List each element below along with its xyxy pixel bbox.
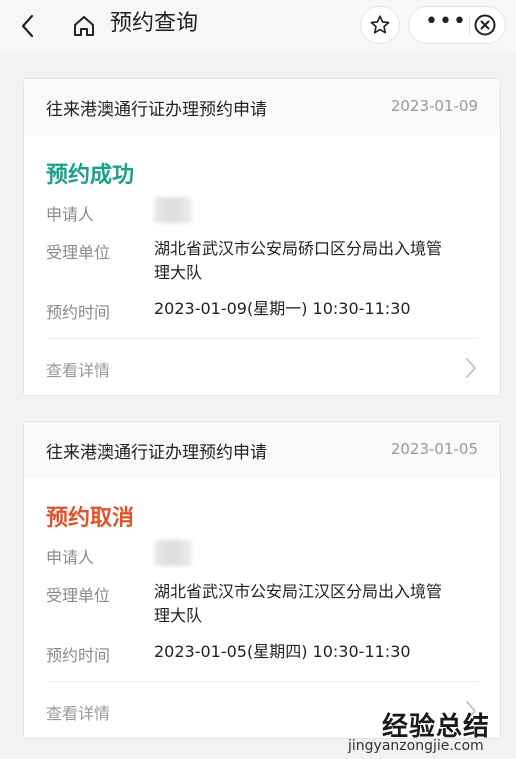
card-header: 往来港澳通行证办理预约申请 2023-01-05 (24, 422, 500, 478)
time-value: 2023-01-09(星期一) 10:30-11:30 (154, 299, 411, 318)
applicant-label: 申请人 (46, 205, 95, 224)
applicant-label: 申请人 (46, 548, 95, 567)
office-line-1: 湖北省武汉市公安局江汉区分局出入境管 (154, 582, 443, 601)
back-button[interactable] (14, 12, 42, 40)
capsule-menu: ••• (408, 6, 506, 44)
office-line-2: 理大队 (154, 263, 203, 282)
view-details-link[interactable]: 查看详情 (46, 700, 110, 724)
chevron-right-icon[interactable] (464, 357, 478, 379)
card-date: 2023-01-09 (390, 97, 478, 115)
office-label: 受理单位 (46, 243, 111, 262)
time-label: 预约时间 (46, 646, 111, 665)
capsule-divider (469, 15, 471, 35)
card-title: 往来港澳通行证办理预约申请 (46, 443, 267, 463)
star-icon (370, 15, 390, 34)
close-circle-icon[interactable] (473, 13, 497, 37)
view-details-link[interactable]: 查看详情 (46, 357, 110, 381)
applicant-name-redacted (154, 540, 192, 566)
watermark-url: jingyanzongjie.com (348, 738, 484, 754)
more-icon[interactable]: ••• (425, 11, 467, 33)
home-icon (74, 16, 94, 36)
card-date: 2023-01-05 (390, 440, 478, 458)
appointment-card: 往来港澳通行证办理预约申请 2023-01-09 预约成功 申请人 受理单位 湖… (23, 78, 501, 396)
appointment-card: 往来港澳通行证办理预约申请 2023-01-05 预约取消 申请人 受理单位 湖… (23, 421, 501, 739)
card-title: 往来港澳通行证办理预约申请 (46, 100, 267, 120)
card-divider (46, 338, 478, 339)
applicant-name-redacted (154, 197, 192, 223)
time-value: 2023-01-05(星期四) 10:30-11:30 (154, 642, 411, 661)
page-title: 预约查询 (110, 11, 199, 36)
chevron-left-icon (21, 14, 34, 38)
status-label: 预约取消 (46, 506, 135, 531)
card-header: 往来港澳通行证办理预约申请 2023-01-09 (24, 79, 500, 135)
time-label: 预约时间 (46, 303, 111, 322)
home-button[interactable] (70, 12, 98, 40)
office-value: 湖北省武汉市公安局硚口区分局出入境管 理大队 (154, 237, 484, 285)
office-value: 湖北省武汉市公安局江汉区分局出入境管 理大队 (154, 580, 484, 628)
office-line-2: 理大队 (154, 606, 203, 625)
office-line-1: 湖北省武汉市公安局硚口区分局出入境管 (154, 239, 443, 258)
watermark: 经验总结 jingyanzongjie.com (340, 700, 516, 759)
top-bar: 预约查询 ••• (0, 0, 516, 52)
favorite-button[interactable] (360, 6, 400, 44)
office-label: 受理单位 (46, 586, 111, 605)
status-label: 预约成功 (46, 163, 135, 188)
card-divider (46, 681, 478, 682)
